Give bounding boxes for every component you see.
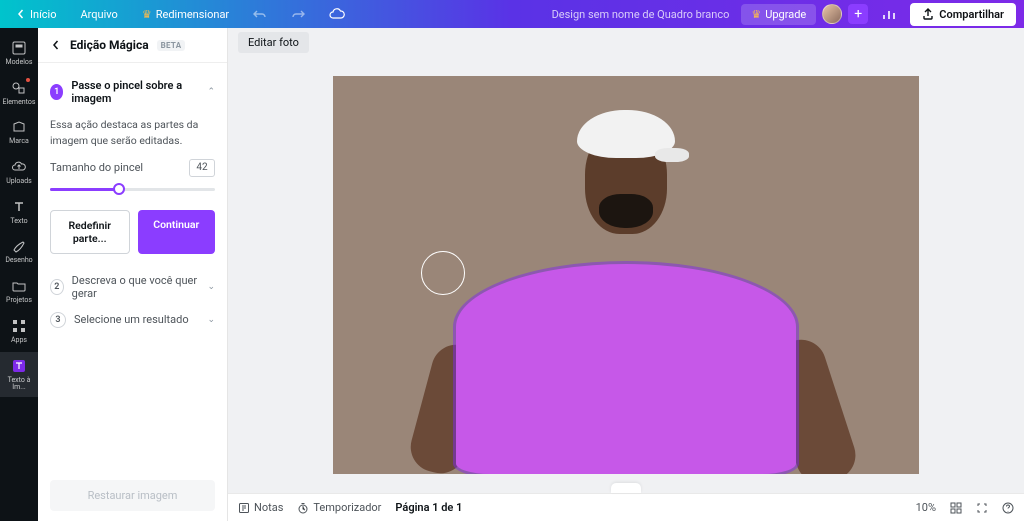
- continue-button[interactable]: Continuar: [138, 210, 216, 254]
- brush-size-slider[interactable]: [50, 182, 215, 196]
- selection-mask: [456, 264, 796, 474]
- canvas-stage[interactable]: [228, 56, 1024, 493]
- grid-icon: [950, 502, 962, 514]
- timer-button[interactable]: Temporizador: [297, 501, 381, 514]
- notes-button[interactable]: Notas: [238, 501, 283, 514]
- slider-thumb[interactable]: [113, 183, 125, 195]
- elements-icon: [10, 79, 28, 97]
- cloud-status[interactable]: [321, 4, 353, 24]
- chevron-left-icon: [16, 9, 26, 19]
- redo-button[interactable]: [283, 3, 313, 25]
- share-icon: [922, 8, 934, 20]
- sidebar-item-templates[interactable]: Modelos: [0, 34, 38, 72]
- brush-size-value[interactable]: 42: [189, 159, 215, 177]
- upgrade-button[interactable]: ♛ Upgrade: [741, 4, 816, 25]
- text-icon: [10, 198, 28, 216]
- app-sidebar: Modelos Elementos Marca Uploads Texto De…: [0, 28, 38, 521]
- home-label: Início: [30, 8, 57, 21]
- grid-view-button[interactable]: [950, 502, 962, 514]
- help-button[interactable]: [1002, 502, 1014, 514]
- cloud-icon: [329, 8, 345, 20]
- add-member-button[interactable]: +: [848, 4, 868, 24]
- beta-badge: BETA: [157, 40, 186, 51]
- analytics-button[interactable]: [874, 3, 904, 25]
- notes-icon: [238, 502, 250, 514]
- redo-icon: [291, 7, 305, 21]
- chevron-down-icon: ⌄: [207, 282, 215, 292]
- brush-size-label: Tamanho do pincel: [50, 161, 143, 174]
- chevron-up-icon: ⌃: [207, 87, 215, 97]
- sidebar-item-uploads[interactable]: Uploads: [0, 153, 38, 191]
- chevron-left-icon: [50, 39, 62, 51]
- cap: [577, 110, 675, 158]
- sidebar-item-draw[interactable]: Desenho: [0, 232, 38, 270]
- resize-button[interactable]: ♛ Redimensionar: [134, 4, 237, 25]
- topbar: Início Arquivo ♛ Redimensionar Design se…: [0, 0, 1024, 28]
- undo-button[interactable]: [245, 3, 275, 25]
- document-name[interactable]: Design sem nome de Quadro branco: [552, 8, 730, 21]
- uploads-icon: [10, 158, 28, 176]
- person-head: [585, 126, 667, 234]
- brush-cursor: [421, 251, 465, 295]
- notification-dot: [26, 78, 30, 82]
- fullscreen-icon: [976, 502, 988, 514]
- timer-icon: [297, 502, 309, 514]
- step-2-label: Descreva o que você quer gerar: [72, 274, 200, 300]
- chart-icon: [882, 7, 896, 21]
- step-2[interactable]: 2 Descreva o que você quer gerar ⌄: [50, 268, 215, 306]
- chevron-down-icon: ⌄: [207, 315, 215, 325]
- zoom-level[interactable]: 10%: [916, 501, 936, 514]
- reset-part-button[interactable]: Redefinir parte...: [50, 210, 130, 254]
- bottom-bar: Notas Temporizador Página 1 de 1 10%: [228, 493, 1024, 521]
- drawer-handle[interactable]: [611, 483, 641, 493]
- panel-back-button[interactable]: [50, 39, 62, 51]
- help-icon: [1002, 502, 1014, 514]
- text-to-image-icon: [10, 357, 28, 375]
- sidebar-item-projects[interactable]: Projetos: [0, 272, 38, 310]
- sidebar-item-elements[interactable]: Elementos: [0, 74, 38, 112]
- panel-title: Edição Mágica: [70, 38, 149, 52]
- templates-icon: [10, 39, 28, 57]
- step-1[interactable]: 1 Passe o pincel sobre a imagem ⌃: [50, 73, 215, 111]
- crown-icon: ♛: [751, 8, 761, 21]
- sidebar-item-brand[interactable]: Marca: [0, 113, 38, 151]
- sidebar-item-text-to-image[interactable]: Texto à Im...: [0, 352, 38, 397]
- fullscreen-button[interactable]: [976, 502, 988, 514]
- undo-icon: [253, 7, 267, 21]
- share-button[interactable]: Compartilhar: [910, 3, 1016, 26]
- projects-icon: [10, 277, 28, 295]
- sidebar-item-apps[interactable]: Apps: [0, 312, 38, 350]
- sidebar-item-text[interactable]: Texto: [0, 193, 38, 231]
- step-description: Essa ação destaca as partes da imagem qu…: [50, 117, 215, 149]
- restore-image-button[interactable]: Restaurar imagem: [50, 480, 215, 511]
- brand-icon: [10, 118, 28, 136]
- page-indicator: Página 1 de 1: [395, 501, 462, 514]
- avatar[interactable]: [822, 4, 842, 24]
- canvas-area: Editar foto No: [228, 28, 1024, 521]
- step-3-label: Selecione um resultado: [74, 313, 189, 326]
- home-button[interactable]: Início: [8, 4, 65, 25]
- magic-edit-panel: Edição Mágica BETA 1 Passe o pincel sobr…: [38, 28, 228, 521]
- draw-icon: [10, 237, 28, 255]
- photo[interactable]: [333, 76, 919, 474]
- apps-icon: [10, 317, 28, 335]
- step-1-label: Passe o pincel sobre a imagem: [71, 79, 199, 105]
- step-3[interactable]: 3 Selecione um resultado ⌄: [50, 306, 215, 334]
- edit-photo-button[interactable]: Editar foto: [238, 32, 309, 53]
- crown-icon: ♛: [142, 8, 152, 21]
- file-menu[interactable]: Arquivo: [73, 4, 126, 25]
